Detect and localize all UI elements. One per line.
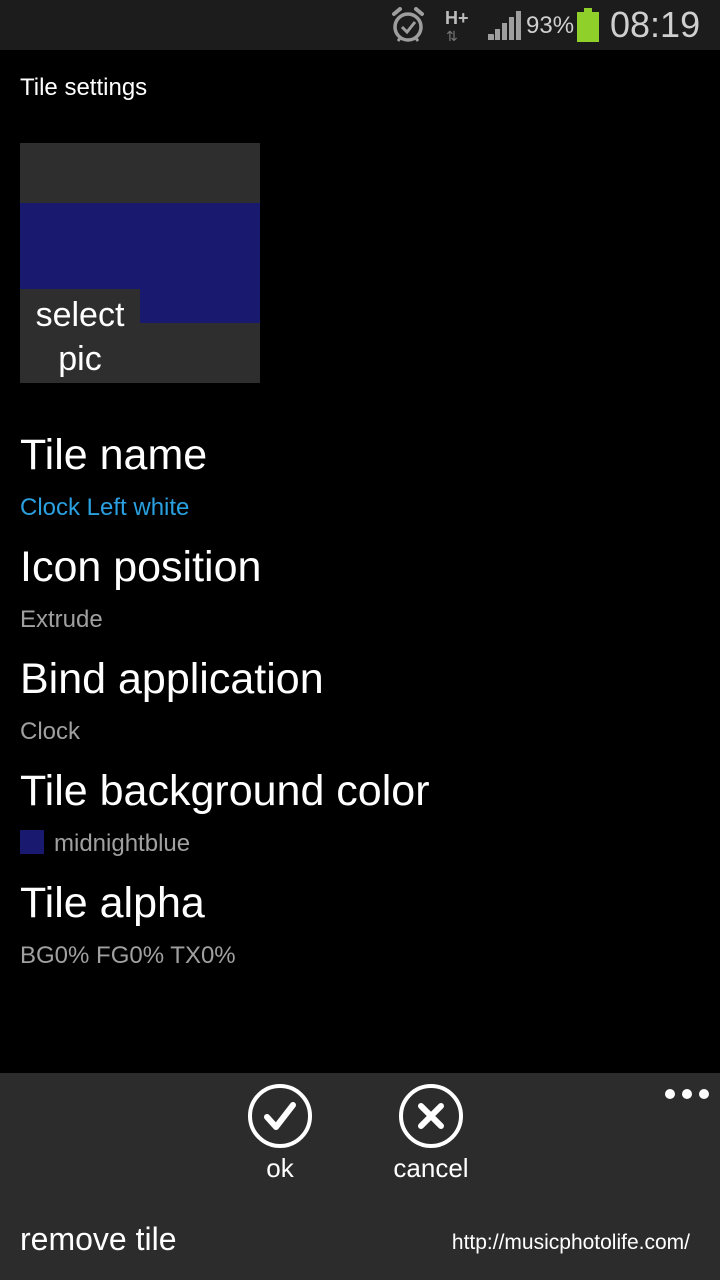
ok-button[interactable]: ok bbox=[225, 1083, 335, 1184]
setting-icon-position[interactable]: Icon position Extrude bbox=[20, 542, 700, 634]
setting-tile-alpha[interactable]: Tile alpha BG0% FG0% TX0% bbox=[20, 878, 700, 970]
ok-label: ok bbox=[266, 1153, 294, 1183]
setting-value: BG0% FG0% TX0% bbox=[20, 942, 236, 969]
status-bar: H+ ⇅ 93% 08:19 bbox=[0, 0, 720, 50]
watermark-url: http://musicphotolife.com/ bbox=[451, 1231, 690, 1254]
cancel-label: cancel bbox=[393, 1153, 469, 1183]
color-swatch bbox=[20, 830, 44, 854]
remove-tile-menu-item[interactable]: remove tile bbox=[20, 1221, 177, 1258]
setting-title: Bind application bbox=[20, 655, 324, 703]
check-icon bbox=[248, 1084, 312, 1148]
select-pic-label-line1: select bbox=[35, 296, 125, 334]
setting-value: Clock bbox=[20, 718, 81, 745]
battery-icon bbox=[577, 8, 599, 42]
setting-tile-background-color[interactable]: Tile background color midnightblue bbox=[20, 766, 700, 858]
close-icon bbox=[399, 1084, 463, 1148]
signal-icon bbox=[488, 11, 521, 40]
select-pic-label-line2: pic bbox=[58, 340, 102, 378]
setting-value: Clock Left white bbox=[20, 494, 190, 521]
alarm-icon bbox=[392, 7, 424, 42]
setting-title: Tile background color bbox=[20, 767, 430, 815]
setting-bind-application[interactable]: Bind application Clock bbox=[20, 654, 700, 746]
setting-title: Tile name bbox=[20, 431, 208, 479]
setting-value-row: midnightblue bbox=[20, 830, 700, 858]
cancel-button[interactable]: cancel bbox=[376, 1083, 486, 1184]
app-bar: ok cancel remove tile http://musicphotol… bbox=[0, 1073, 720, 1280]
setting-tile-name[interactable]: Tile name Clock Left white bbox=[20, 430, 700, 522]
network-arrows-icon: ⇅ bbox=[446, 28, 458, 44]
setting-value: Extrude bbox=[20, 606, 103, 633]
more-icon[interactable] bbox=[660, 1081, 714, 1107]
setting-title: Tile alpha bbox=[20, 879, 205, 927]
battery-percent: 93% bbox=[526, 12, 575, 39]
setting-value: midnightblue bbox=[54, 830, 191, 857]
setting-title: Icon position bbox=[20, 543, 262, 591]
tile-picture-preview[interactable]: select pic bbox=[20, 143, 260, 383]
page-title: Tile settings bbox=[20, 74, 148, 101]
clock-time: 08:19 bbox=[610, 4, 701, 45]
network-type: H+ bbox=[445, 8, 469, 28]
select-pic-button[interactable]: select pic bbox=[20, 289, 140, 383]
